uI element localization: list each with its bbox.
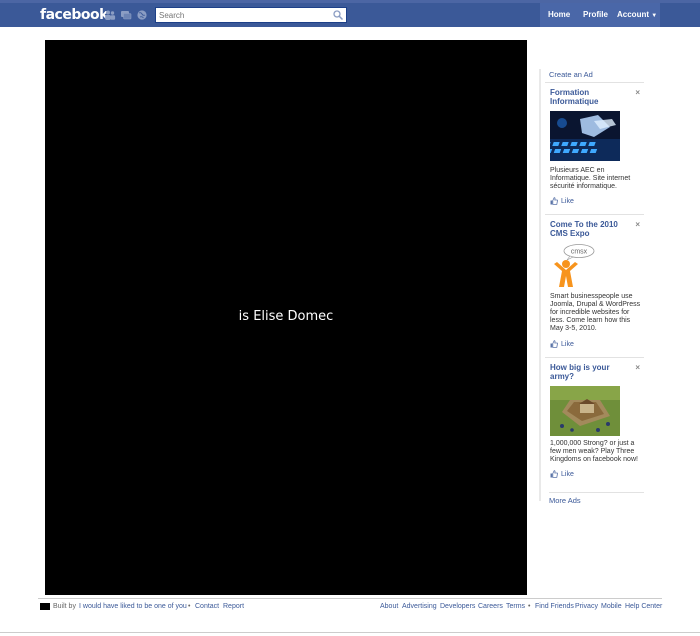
ad-body: Plusieurs AEC en Informatique. Site inte…	[550, 167, 631, 190]
facebook-logo[interactable]: facebook	[40, 7, 108, 23]
like-label: Like	[561, 470, 574, 478]
main-stage: is Elise Domec	[45, 40, 527, 595]
thumbs-up-icon	[550, 340, 558, 348]
messages-icon[interactable]	[120, 9, 132, 21]
thumbs-up-icon	[550, 197, 558, 205]
thumbs-up-icon	[550, 470, 558, 478]
chevron-down-icon: ▼	[651, 13, 658, 19]
footer-privacy-link[interactable]: Privacy	[575, 603, 598, 610]
footer-about-link[interactable]: About	[380, 603, 398, 610]
close-icon[interactable]: ×	[635, 363, 640, 372]
like-label: Like	[561, 197, 574, 205]
ad-like-link[interactable]: Like	[550, 197, 574, 205]
nav-account[interactable]: Account ▼	[617, 10, 657, 19]
nav-home[interactable]: Home	[548, 10, 570, 19]
more-ads-link[interactable]: More Ads	[549, 492, 644, 505]
footer-terms-link[interactable]: Terms	[506, 603, 525, 610]
ad-body: Smart businesspeople use Joomla, Drupal …	[550, 293, 641, 332]
footer-mobile-link[interactable]: Mobile	[601, 603, 622, 610]
ad-formation-informatique: Formation Informatique × Plusieurs AEC e…	[545, 82, 644, 214]
ad-image-keyboard[interactable]	[550, 111, 620, 161]
ad-like-link[interactable]: Like	[550, 340, 574, 348]
footer-advertising-link[interactable]: Advertising	[402, 603, 437, 610]
footer-thumbnail	[40, 603, 50, 610]
nav-account-label: Account	[617, 10, 649, 19]
ad-three-kingdoms: How big is your army? × 1,000,000 Strong…	[545, 357, 644, 487]
like-label: Like	[561, 340, 574, 348]
footer-find-friends-link[interactable]: Find Friends	[535, 603, 574, 610]
ad-title[interactable]: Formation Informatique	[550, 88, 632, 106]
ad-image-fortress[interactable]	[550, 386, 620, 436]
top-bar: facebook Home Profile A	[0, 0, 700, 27]
nav-profile[interactable]: Profile	[583, 10, 608, 19]
footer-built-by: Built by	[53, 603, 76, 610]
friends-icon[interactable]	[104, 9, 116, 21]
create-ad-link[interactable]: Create an Ad	[549, 70, 593, 79]
ad-title[interactable]: How big is your army?	[550, 363, 632, 381]
search-icon[interactable]	[332, 9, 344, 21]
footer-contact-link[interactable]: Contact	[195, 603, 219, 610]
stage-text: is Elise Domec	[238, 309, 334, 324]
footer-report-link[interactable]: Report	[223, 603, 244, 610]
footer: Built by I would have liked to be one of…	[38, 598, 662, 614]
close-icon[interactable]: ×	[635, 220, 640, 229]
search-input[interactable]	[156, 8, 332, 22]
cmsx-logo-text: cmsx	[571, 249, 588, 256]
footer-author-link[interactable]: I would have liked to be one of you	[79, 603, 187, 610]
footer-bullet: •	[188, 603, 191, 610]
ad-title[interactable]: Come To the 2010 CMS Expo	[550, 220, 632, 238]
top-bar-inner: facebook Home Profile A	[38, 3, 660, 27]
ad-body: 1,000,000 Strong? or just a few men weak…	[550, 440, 638, 463]
ad-image-cmsx-logo[interactable]: cmsx	[550, 243, 598, 289]
ads-column: Create an Ad Formation Informatique × Pl…	[539, 69, 644, 505]
globe-icon[interactable]	[136, 9, 148, 21]
search-box	[155, 7, 347, 23]
footer-careers-link[interactable]: Careers	[478, 603, 503, 610]
bottom-rule	[0, 632, 700, 633]
footer-developers-link[interactable]: Developers	[440, 603, 475, 610]
close-icon[interactable]: ×	[635, 88, 640, 97]
footer-help-center-link[interactable]: Help Center	[625, 603, 662, 610]
nav-right: Home Profile Account ▼	[540, 3, 660, 27]
ad-like-link[interactable]: Like	[550, 470, 574, 478]
ad-cms-expo: Come To the 2010 CMS Expo × cmsx Smart b…	[545, 214, 644, 354]
footer-bullet-2: •	[528, 603, 531, 610]
